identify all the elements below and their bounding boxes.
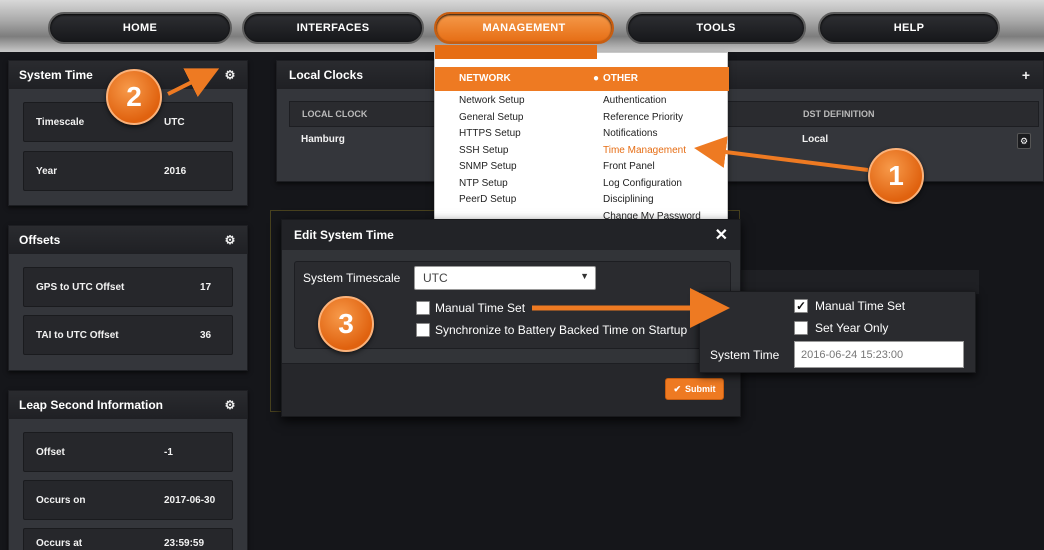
leap-offset-label: Offset bbox=[36, 446, 65, 458]
gps-utc-offset-value: 17 bbox=[200, 281, 212, 293]
leap-occurs-at-label: Occurs at bbox=[36, 537, 83, 549]
manual-time-callout: ✓ Manual Time Set Set Year Only System T… bbox=[699, 291, 976, 373]
nav-interfaces[interactable]: INTERFACES bbox=[242, 12, 424, 44]
management-dropdown: NETWORK ● OTHER Network Setup General Se… bbox=[434, 45, 729, 222]
gps-utc-offset-label: GPS to UTC Offset bbox=[36, 281, 125, 293]
year-row: Year 2016 bbox=[23, 151, 233, 191]
menu-item-ntp-setup[interactable]: NTP Setup bbox=[459, 176, 525, 193]
modal-footer: ✔ Submit bbox=[282, 363, 740, 416]
callout-system-time-label: System Time bbox=[710, 348, 780, 362]
submit-button[interactable]: ✔ Submit bbox=[665, 378, 724, 400]
menu-item-time-management[interactable]: Time Management bbox=[603, 143, 701, 160]
leap-occurs-on-value: 2017-06-30 bbox=[164, 494, 216, 506]
menu-other-header: OTHER bbox=[603, 73, 638, 84]
leap-second-panel: Leap Second Information ⚙ Offset -1 Occu… bbox=[8, 390, 248, 550]
leap-offset-value: -1 bbox=[164, 446, 173, 458]
timescale-select-value: UTC bbox=[423, 271, 448, 285]
callout-manual-time-checkbox[interactable]: ✓ bbox=[794, 299, 808, 313]
gear-icon[interactable]: ⚙ bbox=[223, 233, 237, 247]
close-icon[interactable]: ✕ bbox=[715, 225, 728, 245]
offsets-panel: Offsets ⚙ GPS to UTC Offset 17 TAI to UT… bbox=[8, 225, 248, 371]
gps-utc-offset-row: GPS to UTC Offset 17 bbox=[23, 267, 233, 307]
step-badge-2: 2 bbox=[106, 69, 162, 125]
menu-item-general-setup[interactable]: General Setup bbox=[459, 110, 525, 127]
timescale-select[interactable]: UTC ▼ bbox=[414, 266, 596, 290]
leap-occurs-on-label: Occurs on bbox=[36, 494, 86, 506]
gear-icon[interactable]: ⚙ bbox=[223, 398, 237, 412]
callout-manual-time-label: Manual Time Set bbox=[815, 299, 906, 313]
menu-network-header: NETWORK bbox=[459, 73, 511, 84]
sync-battery-checkbox[interactable] bbox=[416, 323, 430, 337]
menu-item-disciplining[interactable]: Disciplining bbox=[603, 192, 701, 209]
leap-occurs-at-row: Occurs at 23:59:59 bbox=[23, 528, 233, 550]
nav-home[interactable]: HOME bbox=[48, 12, 232, 44]
system-time-title: System Time bbox=[19, 68, 93, 82]
system-time-input-value: 2016-06-24 15:23:00 bbox=[801, 348, 904, 361]
col-dst-definition: DST DEFINITION bbox=[803, 109, 875, 119]
leap-second-header: Leap Second Information ⚙ bbox=[9, 391, 247, 419]
menu-connector bbox=[435, 45, 597, 59]
menu-network-column: Network Setup General Setup HTTPS Setup … bbox=[459, 93, 525, 209]
callout-set-year-label: Set Year Only bbox=[815, 321, 889, 335]
menu-item-network-setup[interactable]: Network Setup bbox=[459, 93, 525, 110]
step-badge-1: 1 bbox=[868, 148, 924, 204]
bullet-icon: ● bbox=[593, 73, 600, 84]
leap-second-title: Leap Second Information bbox=[19, 398, 164, 412]
menu-item-authentication[interactable]: Authentication bbox=[603, 93, 701, 110]
manual-time-checkbox[interactable] bbox=[416, 301, 430, 315]
tai-utc-offset-row: TAI to UTC Offset 36 bbox=[23, 315, 233, 355]
menu-header: NETWORK ● OTHER bbox=[435, 67, 729, 91]
timescale-value: UTC bbox=[164, 116, 185, 128]
nav-management[interactable]: MANAGEMENT bbox=[434, 12, 614, 44]
manual-time-label: Manual Time Set bbox=[435, 301, 526, 315]
nav-help[interactable]: HELP bbox=[818, 12, 1000, 44]
tai-utc-offset-value: 36 bbox=[200, 329, 212, 341]
modal-title: Edit System Time bbox=[294, 228, 394, 242]
submit-label: Submit bbox=[685, 384, 716, 394]
step-badge-3: 3 bbox=[318, 296, 374, 352]
modal-header: Edit System Time ✕ bbox=[282, 220, 740, 250]
clock-name: Hamburg bbox=[301, 134, 345, 145]
add-icon[interactable]: + bbox=[1019, 68, 1033, 82]
callout-set-year-checkbox[interactable] bbox=[794, 321, 808, 335]
gear-icon[interactable]: ⚙ bbox=[223, 68, 237, 82]
offsets-header: Offsets ⚙ bbox=[9, 226, 247, 254]
system-time-input[interactable]: 2016-06-24 15:23:00 bbox=[794, 341, 964, 368]
nav-tools[interactable]: TOOLS bbox=[626, 12, 806, 44]
menu-item-front-panel[interactable]: Front Panel bbox=[603, 159, 701, 176]
menu-item-reference-priority[interactable]: Reference Priority bbox=[603, 110, 701, 127]
sync-battery-label: Synchronize to Battery Backed Time on St… bbox=[435, 323, 688, 337]
menu-item-ssh-setup[interactable]: SSH Setup bbox=[459, 143, 525, 160]
leap-occurs-at-value: 23:59:59 bbox=[164, 537, 205, 549]
tai-utc-offset-label: TAI to UTC Offset bbox=[36, 329, 119, 341]
chevron-down-icon: ▼ bbox=[580, 271, 589, 281]
gear-icon[interactable]: ⚙ bbox=[1017, 133, 1031, 149]
check-icon: ✔ bbox=[673, 383, 682, 394]
leap-occurs-on-row: Occurs on 2017-06-30 bbox=[23, 480, 233, 520]
year-label: Year bbox=[36, 165, 58, 177]
local-clocks-title: Local Clocks bbox=[289, 68, 364, 82]
menu-item-https-setup[interactable]: HTTPS Setup bbox=[459, 126, 525, 143]
offsets-title: Offsets bbox=[19, 233, 61, 247]
leap-offset-row: Offset -1 bbox=[23, 432, 233, 472]
menu-item-notifications[interactable]: Notifications bbox=[603, 126, 701, 143]
menu-item-log-configuration[interactable]: Log Configuration bbox=[603, 176, 701, 193]
year-value: 2016 bbox=[164, 165, 187, 177]
clock-dst: Local bbox=[802, 134, 829, 145]
menu-item-peerd-setup[interactable]: PeerD Setup bbox=[459, 192, 525, 209]
col-local-clock: LOCAL CLOCK bbox=[302, 109, 368, 119]
timescale-label: Timescale bbox=[36, 116, 85, 128]
menu-other-column: Authentication Reference Priority Notifi… bbox=[603, 93, 701, 225]
menu-item-snmp-setup[interactable]: SNMP Setup bbox=[459, 159, 525, 176]
timescale-field-label: System Timescale bbox=[303, 271, 401, 285]
